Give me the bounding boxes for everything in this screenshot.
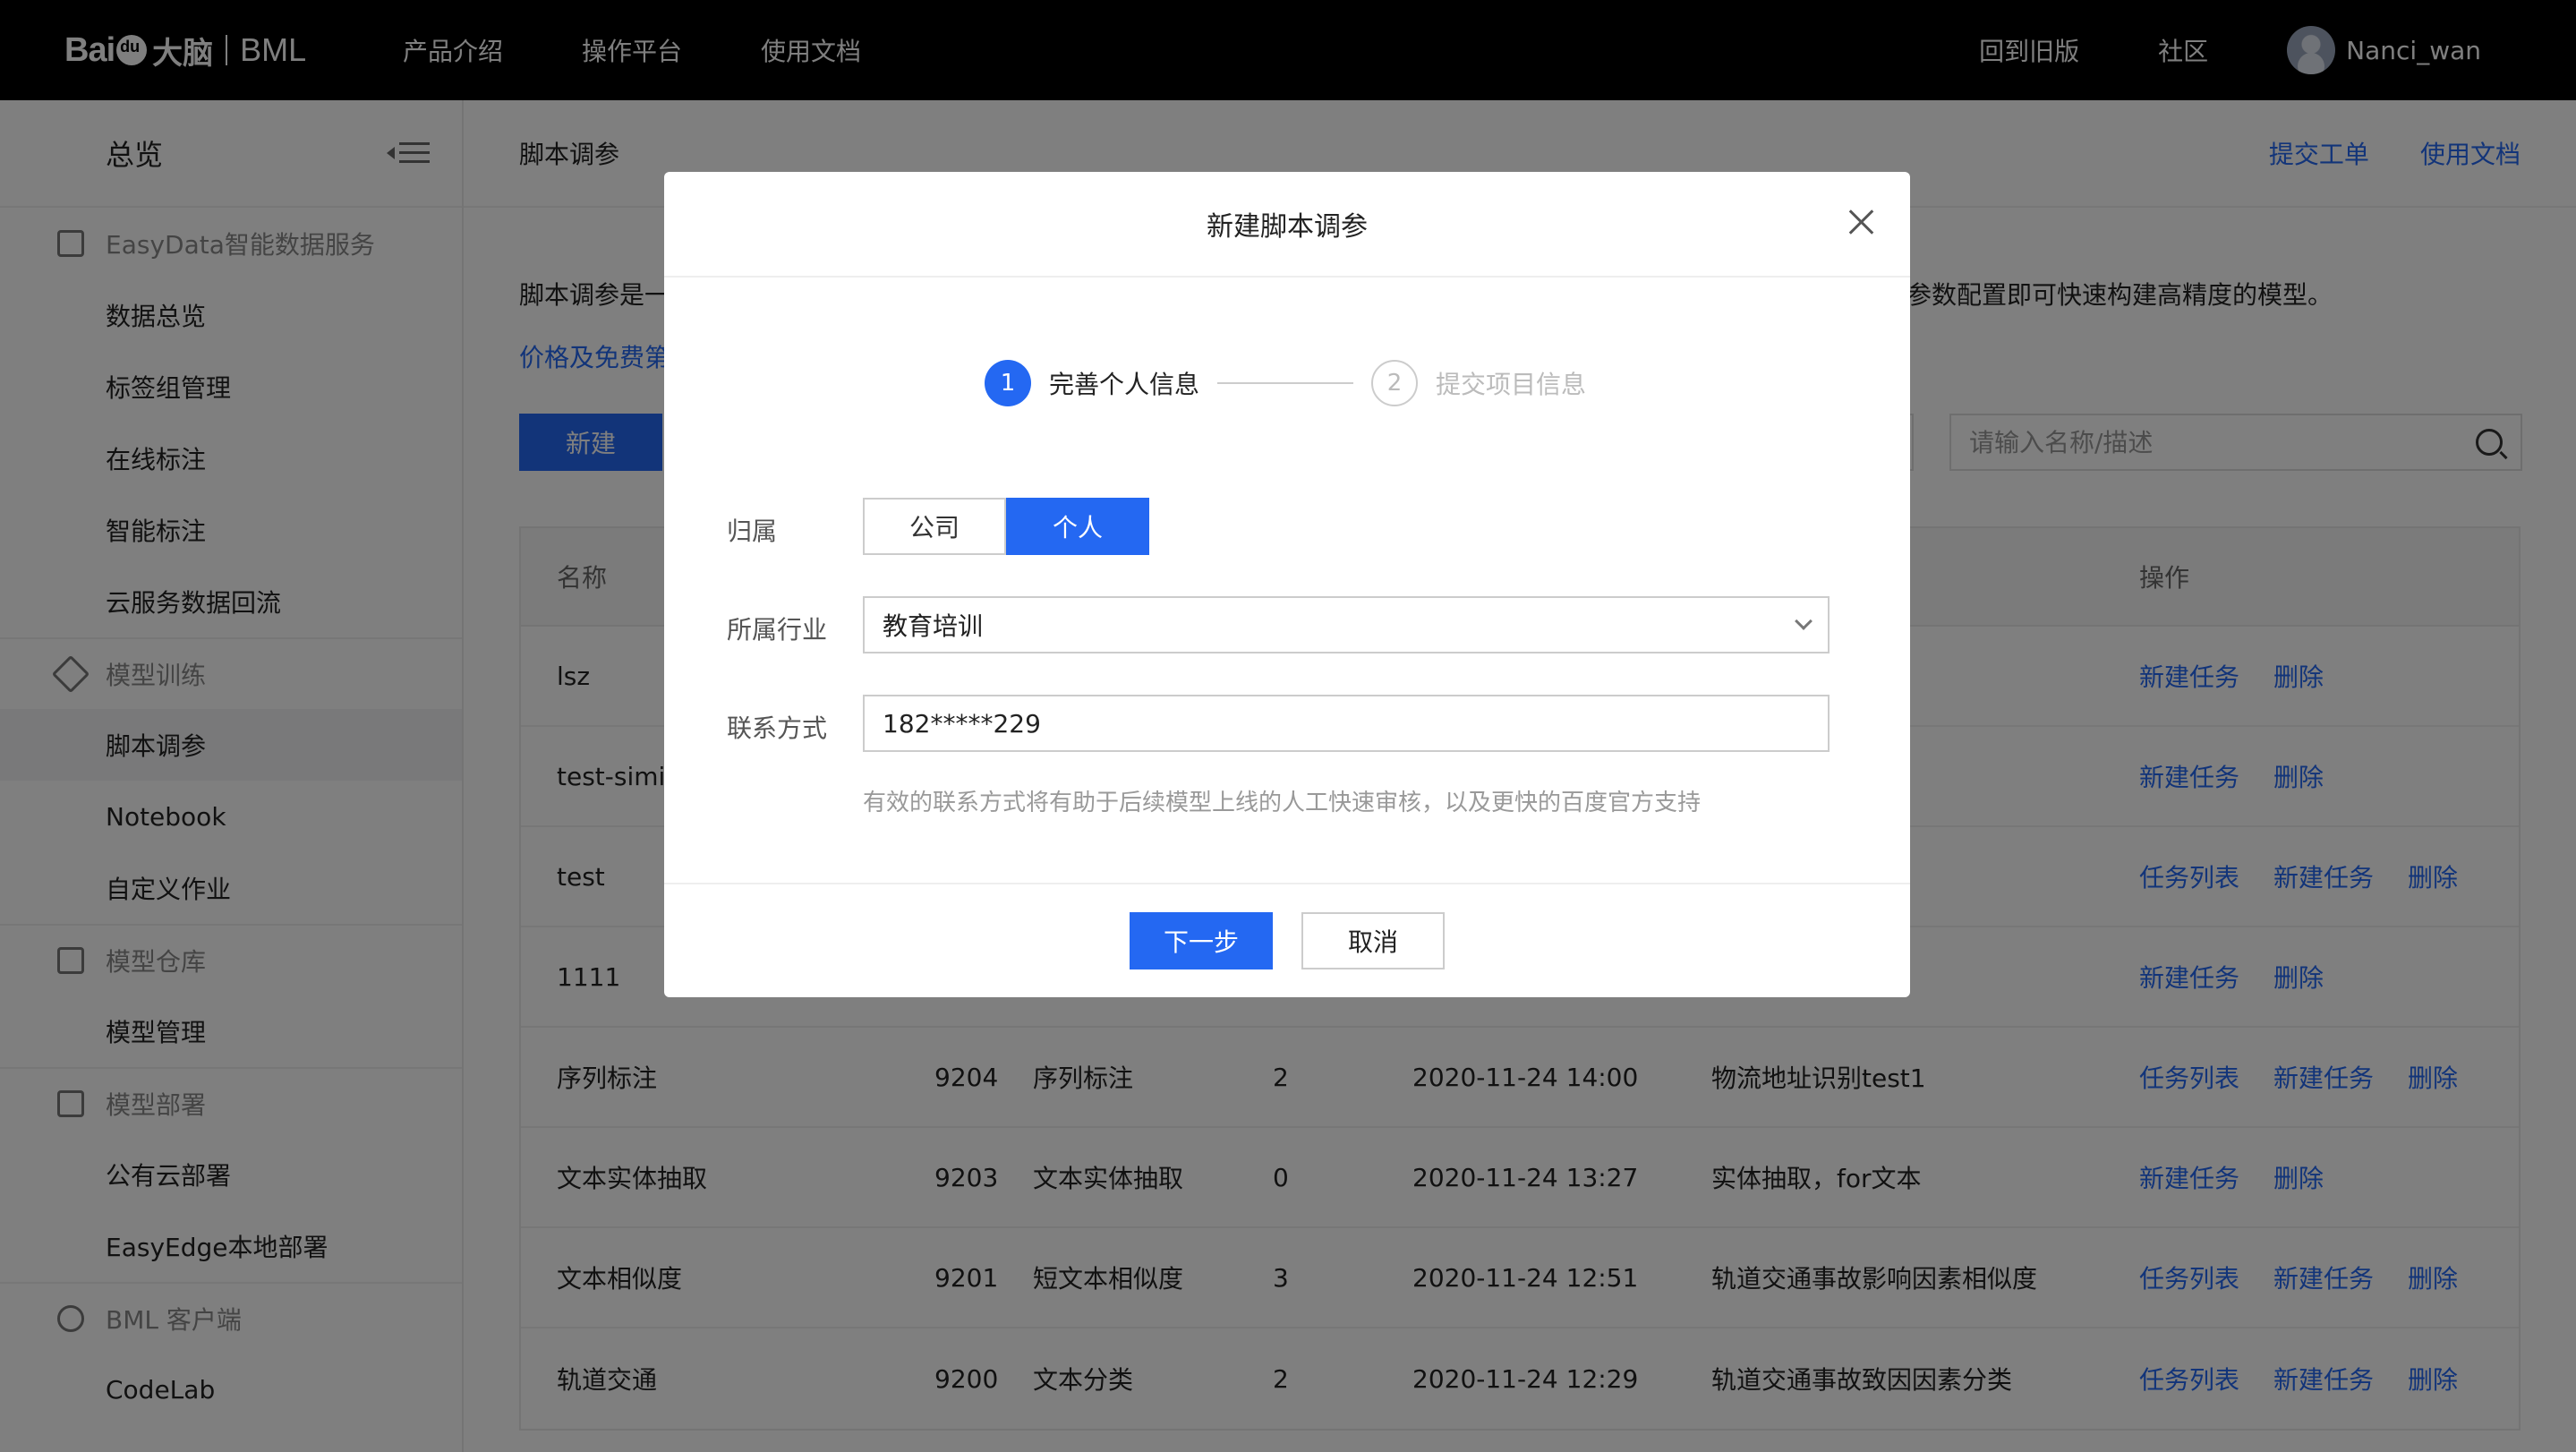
dialog-title: 新建脚本调参 <box>1207 211 1368 243</box>
step-connector <box>1217 382 1354 384</box>
industry-value: 教育培训 <box>883 611 984 641</box>
cancel-button[interactable]: 取消 <box>1301 912 1445 969</box>
chevron-down-icon <box>1795 612 1813 630</box>
dialog-header: 新建脚本调参 <box>664 172 1910 278</box>
industry-label: 所属行业 <box>727 615 828 645</box>
close-icon[interactable] <box>1847 208 1876 236</box>
contact-label: 联系方式 <box>727 713 828 743</box>
next-button[interactable]: 下一步 <box>1130 912 1273 969</box>
step-1-label: 完善个人信息 <box>1049 370 1200 399</box>
step-2-badge: 2 <box>1371 360 1419 406</box>
contact-hint: 有效的联系方式将有助于后续模型上线的人工快速审核，以及更快的百度官方支持 <box>863 790 1702 816</box>
contact-field[interactable] <box>883 708 1810 739</box>
belong-toggle: 公司 个人 <box>863 498 1149 555</box>
belong-company-option[interactable]: 公司 <box>863 498 1006 555</box>
industry-select[interactable]: 教育培训 <box>863 596 1830 653</box>
step-2-label: 提交项目信息 <box>1436 370 1587 399</box>
new-script-dialog: 新建脚本调参 1 完善个人信息 2 提交项目信息 归属 公司 个人 所属行业 教… <box>664 172 1910 997</box>
step-1-badge: 1 <box>985 360 1031 406</box>
belong-personal-option[interactable]: 个人 <box>1006 498 1149 555</box>
belong-label: 归属 <box>727 517 778 546</box>
dialog-footer: 下一步 取消 <box>664 883 1910 997</box>
stepper: 1 完善个人信息 2 提交项目信息 <box>985 360 1586 406</box>
contact-field-box <box>863 695 1830 752</box>
